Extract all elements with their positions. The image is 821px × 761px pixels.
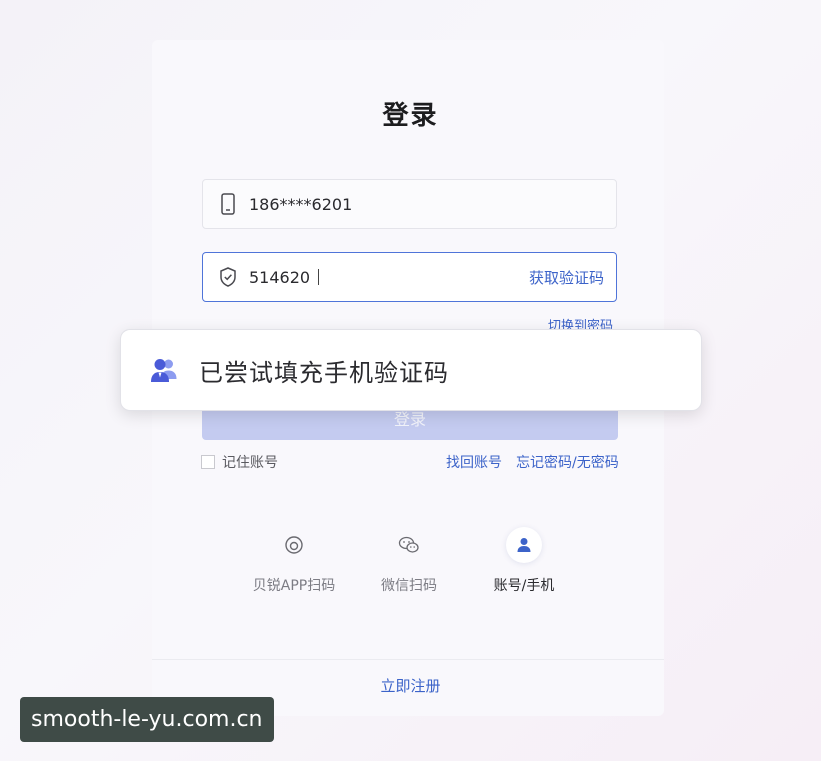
user-group-icon <box>149 355 179 385</box>
remember-label: 记住账号 <box>222 455 278 471</box>
forgot-password-link[interactable]: 忘记密码/无密码 <box>516 452 619 472</box>
phone-value: 186****6201 <box>249 194 353 214</box>
method-label: 微信扫码 <box>381 578 437 594</box>
autofill-toast: 已尝试填充手机验证码 <box>120 329 702 411</box>
toast-text: 已尝试填充手机验证码 <box>199 358 449 387</box>
phone-field[interactable]: 186****6201 <box>202 179 617 229</box>
text-caret <box>318 269 320 285</box>
method-wechat[interactable]: 微信扫码 <box>359 527 459 595</box>
remember-account[interactable]: 记住账号 <box>201 452 278 472</box>
code-value: 514620 <box>249 267 311 287</box>
page-title: 登录 <box>382 101 439 131</box>
method-app-scan[interactable]: 贝锐APP扫码 <box>244 527 344 595</box>
register-link[interactable]: 立即注册 <box>0 675 821 696</box>
wechat-icon <box>391 527 427 563</box>
code-field[interactable]: 514620 获取验证码 <box>202 252 617 302</box>
method-account-phone[interactable]: 账号/手机 <box>474 527 574 595</box>
method-label: 贝锐APP扫码 <box>252 578 336 594</box>
remember-checkbox[interactable] <box>201 455 215 469</box>
method-label: 账号/手机 <box>493 578 555 594</box>
phone-icon <box>219 193 237 215</box>
get-code-button[interactable]: 获取验证码 <box>529 267 604 288</box>
footer-divider <box>152 659 664 660</box>
find-account-link[interactable]: 找回账号 <box>446 452 502 472</box>
shield-icon <box>219 266 237 288</box>
app-scan-icon <box>276 527 312 563</box>
watermark-label: smooth-le-yu.com.cn <box>20 697 274 742</box>
user-icon <box>506 527 542 563</box>
